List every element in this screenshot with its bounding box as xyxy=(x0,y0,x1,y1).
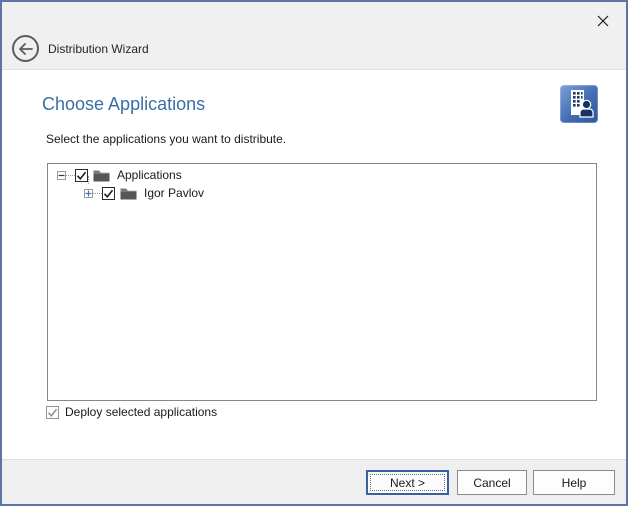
checkmark-icon xyxy=(47,407,58,418)
tree-connector xyxy=(66,175,75,176)
wizard-header: Distribution Wizard xyxy=(2,2,626,70)
tree-item-label[interactable]: Applications xyxy=(117,168,182,182)
checkmark-icon xyxy=(103,188,114,199)
help-button[interactable]: Help xyxy=(533,470,615,495)
checkmark-icon xyxy=(76,170,87,181)
next-button[interactable]: Next > xyxy=(366,470,449,495)
igor-pavlov-checkbox[interactable] xyxy=(102,187,115,200)
building-person-icon xyxy=(560,85,598,123)
collapse-toggle-icon[interactable] xyxy=(57,171,66,180)
applications-tree[interactable]: Applications Igor Pavlov xyxy=(47,163,597,401)
deploy-checkbox[interactable] xyxy=(46,406,59,419)
tree-item-igor-pavlov: Igor Pavlov xyxy=(84,184,204,202)
wizard-window: Distribution Wizard Choose Applications … xyxy=(0,0,628,506)
close-button[interactable] xyxy=(590,9,616,33)
close-icon xyxy=(597,15,609,27)
back-arrow-icon xyxy=(18,43,33,55)
deploy-checkbox-row: Deploy selected applications xyxy=(46,405,217,419)
tree-item-label[interactable]: Igor Pavlov xyxy=(144,186,204,200)
instruction-text: Select the applications you want to dist… xyxy=(46,132,286,146)
deploy-checkbox-label: Deploy selected applications xyxy=(65,405,217,419)
applications-checkbox[interactable] xyxy=(75,169,88,182)
wizard-title: Distribution Wizard xyxy=(48,42,149,56)
expand-toggle-icon[interactable] xyxy=(84,189,93,198)
cancel-button[interactable]: Cancel xyxy=(457,470,527,495)
tree-connector xyxy=(88,176,89,184)
folder-icon xyxy=(120,187,137,200)
tree-item-applications: Applications xyxy=(57,166,182,184)
tree-connector xyxy=(93,193,102,194)
page-title: Choose Applications xyxy=(42,94,205,115)
back-button[interactable] xyxy=(12,35,39,62)
folder-icon xyxy=(93,169,110,182)
